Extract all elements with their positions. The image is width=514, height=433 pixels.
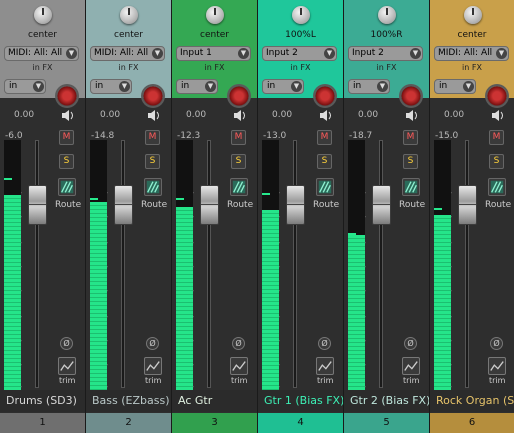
route-label: Route bbox=[141, 200, 168, 210]
track-strip: center MIDI: All: All ▼ in FX in ▼ 0.00 … bbox=[0, 0, 86, 433]
level-meter bbox=[90, 140, 107, 390]
solo-button[interactable]: S bbox=[403, 154, 418, 169]
trim-envelope-icon[interactable] bbox=[488, 357, 506, 375]
level-meter bbox=[176, 140, 193, 390]
track-name[interactable]: Gtr 1 (Bias FX) bbox=[258, 390, 343, 412]
route-icon[interactable] bbox=[488, 178, 506, 196]
trim-envelope-icon[interactable] bbox=[58, 357, 76, 375]
peak-hold-tick bbox=[176, 198, 184, 200]
mute-button[interactable]: M bbox=[145, 130, 160, 145]
fader-track[interactable] bbox=[121, 140, 125, 388]
peak-hold-tick bbox=[90, 198, 98, 200]
track-strip: 100%R Input 2 ▼ in FX in ▼ 0.00 -18.7 -6… bbox=[344, 0, 430, 433]
mute-button[interactable]: M bbox=[317, 130, 332, 145]
level-meter bbox=[4, 140, 21, 390]
trim-label: trim bbox=[403, 376, 420, 385]
volume-fader[interactable] bbox=[200, 185, 219, 225]
volume-fader[interactable] bbox=[114, 185, 133, 225]
meter-fill bbox=[262, 210, 279, 390]
fader-track[interactable] bbox=[465, 140, 469, 388]
level-meter bbox=[348, 140, 365, 390]
mute-button[interactable]: M bbox=[489, 130, 504, 145]
track-number[interactable]: 4 bbox=[258, 413, 343, 433]
mute-button[interactable]: M bbox=[403, 130, 418, 145]
mixer: center MIDI: All: All ▼ in FX in ▼ 0.00 … bbox=[0, 0, 514, 433]
peak-hold-tick bbox=[348, 233, 356, 235]
peak-hold-tick bbox=[262, 193, 270, 195]
phase-icon[interactable]: Ø bbox=[146, 337, 159, 350]
route-label: Route bbox=[399, 200, 426, 210]
meter-fill bbox=[348, 235, 365, 390]
track-name[interactable]: Bass (EZbass) bbox=[86, 390, 171, 412]
trim-envelope-icon[interactable] bbox=[144, 357, 162, 375]
track-number[interactable]: 5 bbox=[344, 413, 429, 433]
solo-button[interactable]: S bbox=[317, 154, 332, 169]
route-icon[interactable] bbox=[230, 178, 248, 196]
trim-envelope-icon[interactable] bbox=[316, 357, 334, 375]
track-number[interactable]: 2 bbox=[86, 413, 171, 433]
track-name[interactable]: Gtr 2 (Bias FX) bbox=[344, 390, 429, 412]
phase-icon[interactable]: Ø bbox=[490, 337, 503, 350]
peak-hold-tick bbox=[4, 178, 12, 180]
volume-fader[interactable] bbox=[286, 185, 305, 225]
fader-track[interactable] bbox=[35, 140, 39, 388]
level-meter bbox=[262, 140, 279, 390]
route-label: Route bbox=[227, 200, 254, 210]
trim-label: trim bbox=[489, 376, 506, 385]
trim-envelope-icon[interactable] bbox=[230, 357, 248, 375]
meter-fill bbox=[176, 207, 193, 390]
route-icon[interactable] bbox=[402, 178, 420, 196]
peak-hold-tick bbox=[434, 208, 442, 210]
level-meter bbox=[434, 140, 451, 390]
track-name[interactable]: Drums (SD3) bbox=[0, 390, 85, 412]
mute-button[interactable]: M bbox=[59, 130, 74, 145]
trim-envelope-icon[interactable] bbox=[402, 357, 420, 375]
track-strip: 100%L Input 2 ▼ in FX in ▼ 0.00 -13.0 -6… bbox=[258, 0, 344, 433]
track-strip: center MIDI: All: All ▼ in FX in ▼ 0.00 … bbox=[430, 0, 514, 433]
track-name[interactable]: Rock Organ (ST bbox=[430, 390, 514, 412]
route-icon[interactable] bbox=[58, 178, 76, 196]
trim-label: trim bbox=[317, 376, 334, 385]
trim-label: trim bbox=[59, 376, 76, 385]
fader-track[interactable] bbox=[293, 140, 297, 388]
solo-button[interactable]: S bbox=[59, 154, 74, 169]
route-label: Route bbox=[55, 200, 82, 210]
meter-fill bbox=[434, 215, 451, 390]
meter-fill bbox=[4, 195, 21, 390]
track-number[interactable]: 3 bbox=[172, 413, 257, 433]
trim-label: trim bbox=[145, 376, 162, 385]
route-icon[interactable] bbox=[316, 178, 334, 196]
volume-fader[interactable] bbox=[28, 185, 47, 225]
track-number[interactable]: 1 bbox=[0, 413, 85, 433]
track-number[interactable]: 6 bbox=[430, 413, 514, 433]
route-label: Route bbox=[313, 200, 340, 210]
track-strip: center MIDI: All: All ▼ in FX in ▼ 0.00 … bbox=[86, 0, 172, 433]
solo-button[interactable]: S bbox=[145, 154, 160, 169]
route-icon[interactable] bbox=[144, 178, 162, 196]
meter-fill bbox=[90, 202, 107, 390]
fader-track[interactable] bbox=[379, 140, 383, 388]
solo-button[interactable]: S bbox=[489, 154, 504, 169]
phase-icon[interactable]: Ø bbox=[232, 337, 245, 350]
solo-button[interactable]: S bbox=[231, 154, 246, 169]
trim-label: trim bbox=[231, 376, 248, 385]
phase-icon[interactable]: Ø bbox=[60, 337, 73, 350]
route-label: Route bbox=[485, 200, 512, 210]
volume-fader[interactable] bbox=[458, 185, 477, 225]
fader-track[interactable] bbox=[207, 140, 211, 388]
track-strip: center Input 1 ▼ in FX in ▼ 0.00 -12.3 -… bbox=[172, 0, 258, 433]
volume-fader[interactable] bbox=[372, 185, 391, 225]
track-name[interactable]: Ac Gtr bbox=[172, 390, 257, 412]
mute-button[interactable]: M bbox=[231, 130, 246, 145]
phase-icon[interactable]: Ø bbox=[318, 337, 331, 350]
phase-icon[interactable]: Ø bbox=[404, 337, 417, 350]
